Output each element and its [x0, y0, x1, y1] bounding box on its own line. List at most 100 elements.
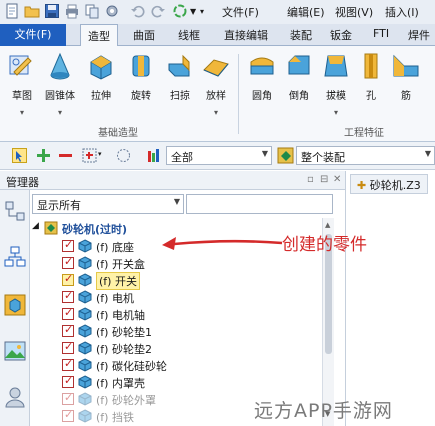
- filter-options-icon[interactable]: [82, 148, 97, 163]
- loft-chevron-icon[interactable]: ▾: [198, 108, 234, 117]
- assembly-tree-icon[interactable]: [4, 246, 26, 268]
- show-filter-chevron-icon: ▼: [173, 197, 180, 206]
- visibility-checkbox[interactable]: [62, 272, 74, 286]
- tab-wireframe[interactable]: 线框: [178, 27, 200, 43]
- menu-insert[interactable]: 插入(I): [385, 4, 419, 20]
- new-file-icon[interactable]: [4, 3, 20, 19]
- manager-search-input[interactable]: [186, 194, 333, 214]
- filter-options-chevron-icon[interactable]: ▾: [98, 150, 102, 158]
- history-tree-icon[interactable]: [4, 200, 26, 222]
- tab-fti[interactable]: FTI: [373, 27, 389, 40]
- chamfer-label: 倒角: [289, 91, 309, 102]
- sweep-label: 扫掠: [170, 91, 190, 102]
- tree-item-label: (f) 开关盒: [96, 258, 145, 271]
- open-folder-icon[interactable]: [24, 3, 40, 19]
- hole-button[interactable]: 孔: [353, 52, 389, 102]
- tab-modeling[interactable]: 造型: [80, 24, 118, 47]
- sweep-icon: [168, 54, 190, 77]
- draft-button[interactable]: 拔模 ▾: [318, 52, 354, 117]
- tree-item-label: (f) 砂轮垫1: [96, 326, 152, 339]
- print-icon[interactable]: [64, 3, 80, 19]
- assembly-icon[interactable]: [277, 147, 294, 164]
- tree-item-label: (f) 底座: [96, 241, 134, 254]
- sweep-button[interactable]: 扫掠: [162, 52, 198, 102]
- assembly-scope-select[interactable]: 整个装配 ▼: [296, 146, 435, 165]
- document-tab[interactable]: ✚ 砂轮机.Z3: [350, 174, 428, 194]
- fillet-label: 圆角: [252, 91, 272, 102]
- part-cube-icon: [78, 273, 92, 287]
- menu-view[interactable]: 视图(V): [335, 4, 373, 20]
- copy-icon[interactable]: [84, 3, 100, 19]
- tab-assembly[interactable]: 装配: [290, 27, 312, 43]
- scope-select[interactable]: 全部 ▼: [166, 146, 272, 165]
- part-cube-icon: [78, 239, 92, 253]
- close-panel-icon[interactable]: ✕: [333, 174, 341, 185]
- visibility-checkbox[interactable]: [62, 323, 74, 337]
- user-icon[interactable]: [4, 386, 26, 408]
- cone-chevron-icon[interactable]: ▾: [42, 108, 78, 117]
- visibility-checkbox[interactable]: [62, 238, 74, 252]
- tree-item-label: (f) 砂轮外罩: [96, 394, 156, 407]
- chamfer-button[interactable]: 倒角: [281, 52, 317, 102]
- pin-icon[interactable]: ▫: [307, 174, 314, 185]
- scroll-up-icon[interactable]: ▲: [325, 221, 330, 229]
- filter-funnel-icon[interactable]: [146, 148, 161, 163]
- save-icon[interactable]: [44, 3, 60, 19]
- auto-hide-icon[interactable]: ⊟: [320, 174, 328, 185]
- remove-icon[interactable]: [58, 148, 73, 163]
- quick-access-bar: ▼ ▾ 文件(F) 编辑(E) 视图(V) 插入(I): [0, 0, 435, 24]
- watermark-text: 远方APP手游网: [254, 400, 393, 422]
- tab-file[interactable]: 文件(F): [0, 24, 66, 46]
- manager-panel-header: 管理器 ▫ ⊟ ✕: [0, 171, 345, 190]
- fillet-button[interactable]: 圆角: [244, 52, 280, 102]
- tab-surface[interactable]: 曲面: [133, 27, 155, 43]
- settings-icon[interactable]: [104, 3, 120, 19]
- visibility-checkbox[interactable]: [62, 340, 74, 354]
- collapse-toggle-icon[interactable]: ◢: [32, 221, 39, 231]
- lasso-icon[interactable]: [116, 148, 131, 163]
- sketch-chevron-icon[interactable]: ▾: [4, 108, 40, 117]
- feature-group-label: 工程特征: [344, 128, 384, 139]
- manager-side-strip: [0, 190, 30, 426]
- visibility-checkbox[interactable]: [62, 374, 74, 388]
- group-separator: [238, 54, 239, 134]
- ribbon-tab-bar: 文件(F) 造型 曲面 线框 直接编辑 装配 钣金 FTI 焊件: [0, 24, 435, 47]
- select-cursor-icon[interactable]: [12, 148, 27, 163]
- visibility-checkbox[interactable]: [62, 255, 74, 269]
- dropdown-chevron-icon[interactable]: ▼: [190, 7, 196, 16]
- image-view-icon[interactable]: [4, 340, 26, 362]
- refresh-icon[interactable]: [172, 3, 188, 19]
- tab-sheet-metal[interactable]: 钣金: [330, 27, 352, 43]
- extrude-label: 拉伸: [91, 91, 111, 102]
- add-icon[interactable]: [36, 148, 51, 163]
- undo-icon[interactable]: [130, 3, 146, 19]
- visibility-checkbox[interactable]: [62, 391, 74, 405]
- menu-file[interactable]: 文件(F): [222, 4, 259, 20]
- assembly-scope-value: 整个装配: [301, 151, 345, 164]
- draft-chevron-icon[interactable]: ▾: [318, 108, 354, 117]
- visibility-checkbox[interactable]: [62, 289, 74, 303]
- cone-icon: [50, 52, 70, 80]
- sketch-button[interactable]: 草图 ▾: [4, 52, 40, 117]
- visibility-checkbox[interactable]: [62, 306, 74, 320]
- cone-button[interactable]: 圆锥体 ▾: [42, 52, 78, 117]
- draft-icon: [324, 55, 348, 77]
- visibility-checkbox[interactable]: [62, 408, 74, 422]
- revolve-button[interactable]: 旋转: [123, 52, 159, 102]
- visibility-checkbox[interactable]: [62, 357, 74, 371]
- customize-chevron-icon[interactable]: ▾: [200, 7, 204, 16]
- menu-edit[interactable]: 编辑(E): [287, 4, 325, 20]
- document-tab-label: 砂轮机.Z3: [369, 179, 421, 192]
- rib-button[interactable]: 筋: [388, 52, 424, 102]
- part-cube-icon: [78, 324, 92, 338]
- extrude-icon: [90, 55, 112, 80]
- chamfer-icon: [288, 55, 310, 75]
- tab-direct-edit[interactable]: 直接编辑: [224, 27, 268, 43]
- part-cube-icon: [78, 307, 92, 321]
- show-filter-select[interactable]: 显示所有 ▼: [32, 194, 184, 214]
- tab-weldment[interactable]: 焊件: [408, 27, 430, 43]
- loft-button[interactable]: 放样 ▾: [198, 52, 234, 117]
- extrude-button[interactable]: 拉伸: [83, 52, 119, 102]
- redo-icon[interactable]: [150, 3, 166, 19]
- part-view-icon[interactable]: [4, 294, 26, 316]
